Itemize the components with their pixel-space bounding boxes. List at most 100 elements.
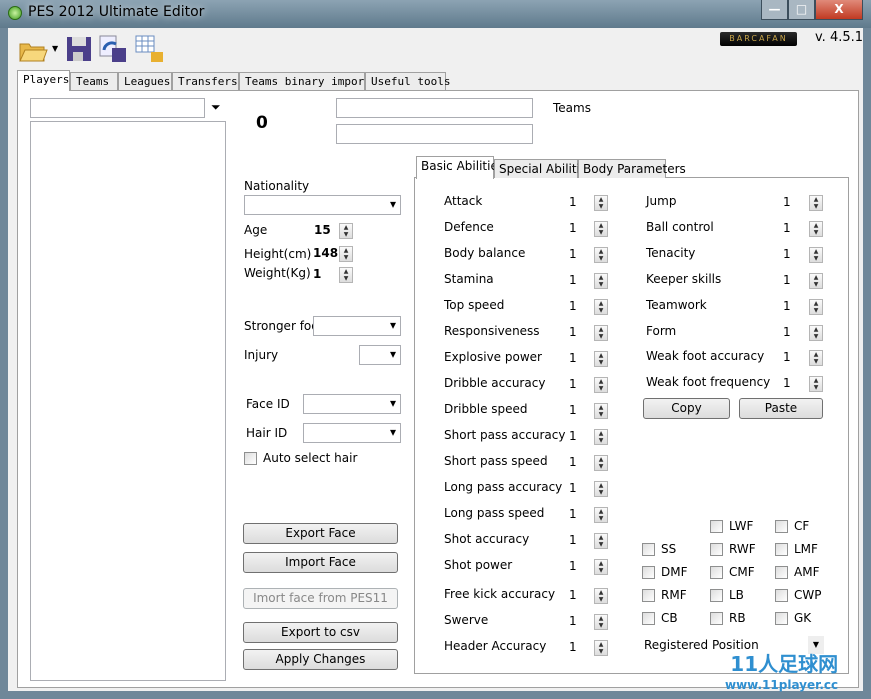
inner-tab-basic-abilities[interactable]: Basic Abilities [416,156,504,179]
minimize-button[interactable]: — [761,0,788,20]
long-pass-accuracy-spinner[interactable]: ▲ ▼ [594,481,608,497]
position-lmf-checkbox[interactable] [775,543,788,556]
dribble-accuracy-value[interactable]: 1 [569,377,577,391]
copy-button[interactable]: Copy [643,398,730,419]
keeper-skills-spinner[interactable]: ▲ ▼ [809,272,823,289]
teamwork-spinner[interactable]: ▲ ▼ [809,298,823,315]
form-spinner[interactable]: ▲ ▼ [809,324,823,341]
stronger-foot-select[interactable] [313,316,401,336]
position-amf-checkbox[interactable] [775,566,788,579]
position-cmf-checkbox[interactable] [710,566,723,579]
attack-value[interactable]: 1 [569,195,577,209]
top-speed-spinner[interactable]: ▲ ▼ [594,299,608,315]
open-folder-icon[interactable] [18,34,48,64]
attack-spinner[interactable]: ▲ ▼ [594,195,608,211]
defence-spinner[interactable]: ▲ ▼ [594,221,608,237]
header-accuracy-spinner[interactable]: ▲ ▼ [594,640,608,656]
player-shirt-name-input[interactable] [336,124,533,144]
swerve-spinner[interactable]: ▲ ▼ [594,614,608,630]
tab-useful-tools[interactable]: Useful tools [365,72,450,90]
teamwork-value[interactable]: 1 [783,299,791,313]
import-face-pes11-button[interactable]: Imort face from PES11 [243,588,398,609]
weight-value[interactable]: 1 [313,267,321,281]
player-search-input[interactable] [30,98,205,118]
body-balance-value[interactable]: 1 [569,247,577,261]
shot-power-spinner[interactable]: ▲ ▼ [594,559,608,575]
jump-value[interactable]: 1 [783,195,791,209]
weight-spinner[interactable]: ▲ ▼ [339,267,353,283]
position-cf-checkbox[interactable] [775,520,788,533]
weak-foot-accuracy-spinner[interactable]: ▲ ▼ [809,350,823,367]
responsiveness-value[interactable]: 1 [569,325,577,339]
tab-teams[interactable]: Teams [70,72,118,90]
swerve-value[interactable]: 1 [569,614,577,628]
tenacity-spinner[interactable]: ▲ ▼ [809,246,823,263]
maximize-button[interactable]: □ [788,0,815,20]
ball-control-spinner[interactable]: ▲ ▼ [809,220,823,237]
defence-value[interactable]: 1 [569,221,577,235]
injury-select[interactable] [359,345,401,365]
weak-foot-frequency-value[interactable]: 1 [783,376,791,390]
shot-accuracy-spinner[interactable]: ▲ ▼ [594,533,608,549]
free-kick-accuracy-value[interactable]: 1 [569,588,577,602]
top-speed-value[interactable]: 1 [569,299,577,313]
position-ss-checkbox[interactable] [642,543,655,556]
short-pass-accuracy-value[interactable]: 1 [569,429,577,443]
registered-position-select[interactable]: Registered Position [644,638,759,652]
tenacity-value[interactable]: 1 [783,247,791,261]
short-pass-speed-value[interactable]: 1 [569,455,577,469]
database-export-icon[interactable] [134,34,164,64]
inner-tab-special-abilities[interactable]: Special Abilities [494,159,594,178]
player-name-input[interactable] [336,98,533,118]
short-pass-speed-spinner[interactable]: ▲ ▼ [594,455,608,471]
position-cwp-checkbox[interactable] [775,589,788,602]
height-value[interactable]: 148 [313,246,338,260]
shot-power-value[interactable]: 1 [569,559,577,573]
stamina-spinner[interactable]: ▲ ▼ [594,273,608,289]
import-face-button[interactable]: Import Face [243,552,398,573]
auto-select-hair-checkbox[interactable] [244,452,257,465]
apply-changes-button[interactable]: Apply Changes [243,649,398,670]
long-pass-speed-value[interactable]: 1 [569,507,577,521]
dribble-speed-value[interactable]: 1 [569,403,577,417]
shot-accuracy-value[interactable]: 1 [569,533,577,547]
jump-spinner[interactable]: ▲ ▼ [809,195,823,211]
position-lwf-checkbox[interactable] [710,520,723,533]
position-gk-checkbox[interactable] [775,612,788,625]
age-value[interactable]: 15 [314,223,331,237]
open-dropdown-icon[interactable]: ▼ [52,44,58,53]
hair-id-select[interactable] [303,423,401,443]
explosive-power-value[interactable]: 1 [569,351,577,365]
tab-leagues[interactable]: Leagues [118,72,172,90]
position-dmf-checkbox[interactable] [642,566,655,579]
age-spinner[interactable]: ▲ ▼ [339,223,353,239]
long-pass-accuracy-value[interactable]: 1 [569,481,577,495]
weak-foot-frequency-spinner[interactable]: ▲ ▼ [809,376,823,393]
close-button[interactable]: X [815,0,863,20]
dribble-speed-spinner[interactable]: ▲ ▼ [594,403,608,419]
position-lb-checkbox[interactable] [710,589,723,602]
inner-tab-body-parameters[interactable]: Body Parameters [578,159,686,178]
position-rwf-checkbox[interactable] [710,543,723,556]
paste-button[interactable]: Paste [739,398,823,419]
nationality-select[interactable] [244,195,401,215]
short-pass-accuracy-spinner[interactable]: ▲ ▼ [594,429,608,445]
export-csv-button[interactable]: Export to csv [243,622,398,643]
position-rmf-checkbox[interactable] [642,589,655,602]
body-balance-spinner[interactable]: ▲ ▼ [594,247,608,263]
explosive-power-spinner[interactable]: ▲ ▼ [594,351,608,367]
long-pass-speed-spinner[interactable]: ▲ ▼ [594,507,608,523]
position-rb-checkbox[interactable] [710,612,723,625]
export-face-button[interactable]: Export Face [243,523,398,544]
weak-foot-accuracy-value[interactable]: 1 [783,350,791,364]
keeper-skills-value[interactable]: 1 [783,273,791,287]
tab-teams-binary-import[interactable]: Teams binary import [239,72,371,90]
filter-icon[interactable]: ⏷ [211,100,221,115]
stamina-value[interactable]: 1 [569,273,577,287]
save-as-icon[interactable] [98,34,128,64]
player-list[interactable] [30,121,226,681]
ball-control-value[interactable]: 1 [783,221,791,235]
tab-players[interactable]: Players [17,70,70,91]
responsiveness-spinner[interactable]: ▲ ▼ [594,325,608,341]
tab-transfers[interactable]: Transfers [172,72,239,90]
